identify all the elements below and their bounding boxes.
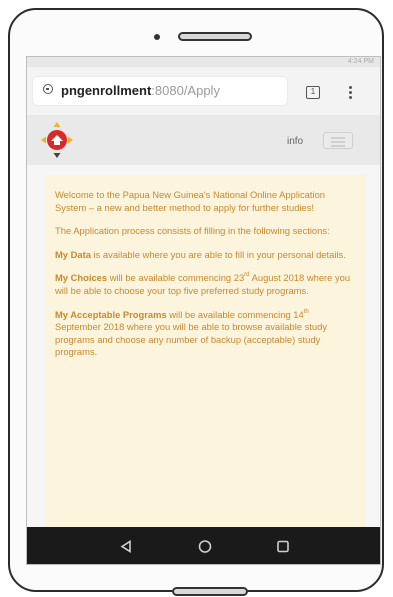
my-data-title: My Data	[55, 248, 91, 260]
tabs-count: 1	[310, 87, 316, 96]
speaker-grille	[178, 32, 252, 41]
home-circle-icon[interactable]	[185, 527, 225, 565]
my-acceptable-title: My Acceptable Programs	[55, 308, 167, 320]
site-info-icon[interactable]	[43, 84, 53, 94]
my-data-text: is available where you are able to fill …	[90, 248, 346, 260]
my-acceptable-paragraph: My Acceptable Programs will be available…	[55, 309, 356, 359]
tabs-icon[interactable]: 1	[306, 86, 320, 99]
intro-paragraph: Welcome to the Papua New Guinea's Nation…	[55, 189, 326, 213]
recents-square-icon[interactable]	[263, 527, 303, 565]
back-triangle-icon[interactable]	[107, 527, 147, 565]
my-choices-text-pre: will be available commencing 23	[107, 272, 245, 284]
more-options-icon[interactable]	[348, 85, 352, 101]
url-host: pngenrollment	[61, 83, 152, 98]
address-bar[interactable]: pngenrollment:8080/Apply	[33, 77, 287, 105]
url-text[interactable]: pngenrollment:8080/Apply	[61, 82, 220, 100]
info-link[interactable]: info	[287, 136, 303, 147]
status-bar: 4:24 PM	[27, 57, 380, 67]
my-data-paragraph: My Data is available where you are able …	[55, 249, 356, 262]
hamburger-menu-icon[interactable]	[323, 132, 353, 149]
site-logo-icon[interactable]	[41, 122, 73, 158]
browser-toolbar: pngenrollment:8080/Apply 1	[27, 67, 380, 115]
my-acceptable-text-pre: will be available commencing 14	[166, 308, 304, 320]
my-acceptable-text-post: September 2018 where you will be able to…	[55, 321, 328, 358]
welcome-panel: Welcome to the Papua New Guinea's Nation…	[45, 175, 366, 527]
site-header: info	[27, 115, 380, 165]
my-choices-title: My Choices	[55, 272, 108, 284]
my-choices-paragraph: My Choices will be available commencing …	[55, 272, 356, 297]
phone-screen: 4:24 PM pngenrollment:8080/Apply 1 info …	[26, 56, 381, 565]
home-key[interactable]	[172, 587, 248, 596]
my-acceptable-ordinal: th	[303, 308, 309, 315]
process-paragraph: The Application process consists of fill…	[55, 225, 330, 237]
android-nav-bar	[27, 527, 380, 565]
url-path: :8080/Apply	[151, 83, 220, 98]
status-time: 4:24 PM	[347, 58, 374, 65]
camera-icon	[154, 34, 160, 40]
